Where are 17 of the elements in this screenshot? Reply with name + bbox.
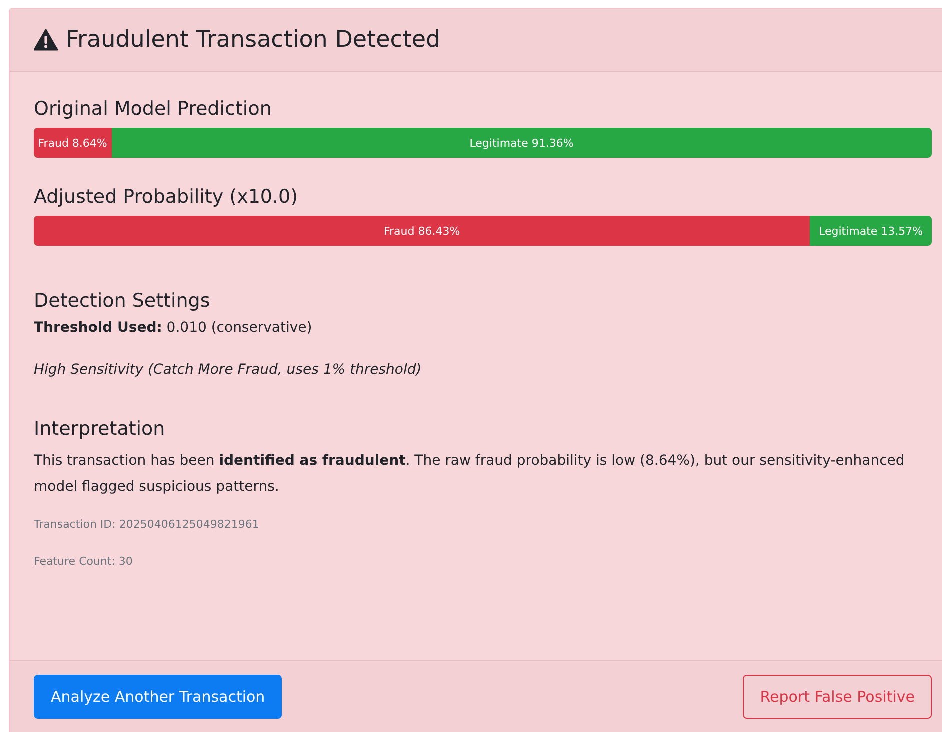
transaction-id: Transaction ID: 20250406125049821961 xyxy=(34,518,260,531)
section-heading: Detection Settings xyxy=(34,290,212,312)
interpretation-text: This transaction has been identified as fraudulent. The raw fraud probability is low (8.64%), but our sensitivity-enhanced model flagged suspicious patterns. xyxy=(34,452,906,497)
fraud-segment: Fraud 8.64% xyxy=(34,128,112,158)
fraud-segment: Fraud 86.43% xyxy=(34,216,810,246)
analyze-button[interactable]: Analyze Another Transaction xyxy=(34,674,282,718)
warning-icon xyxy=(34,29,58,51)
report-button[interactable]: Report False Positive xyxy=(743,674,932,718)
sensitivity-mode: High Sensitivity (Catch More Fraud, uses 1% threshold) xyxy=(34,362,423,378)
legitimate-label: Legitimate 13.57% xyxy=(818,224,924,240)
legitimate-label: Legitimate 91.36% xyxy=(468,136,575,152)
section-heading: Original Model Prediction xyxy=(34,98,273,120)
feature-count: Feature Count: 30 xyxy=(34,555,134,568)
section-heading: Interpretation xyxy=(34,418,166,440)
threshold-text: Threshold Used: 0.010 (conservative) xyxy=(34,320,314,336)
section-heading: Adjusted Probability (x10.0) xyxy=(34,186,300,208)
card-title: Fraudulent Transaction Detected xyxy=(66,27,441,53)
